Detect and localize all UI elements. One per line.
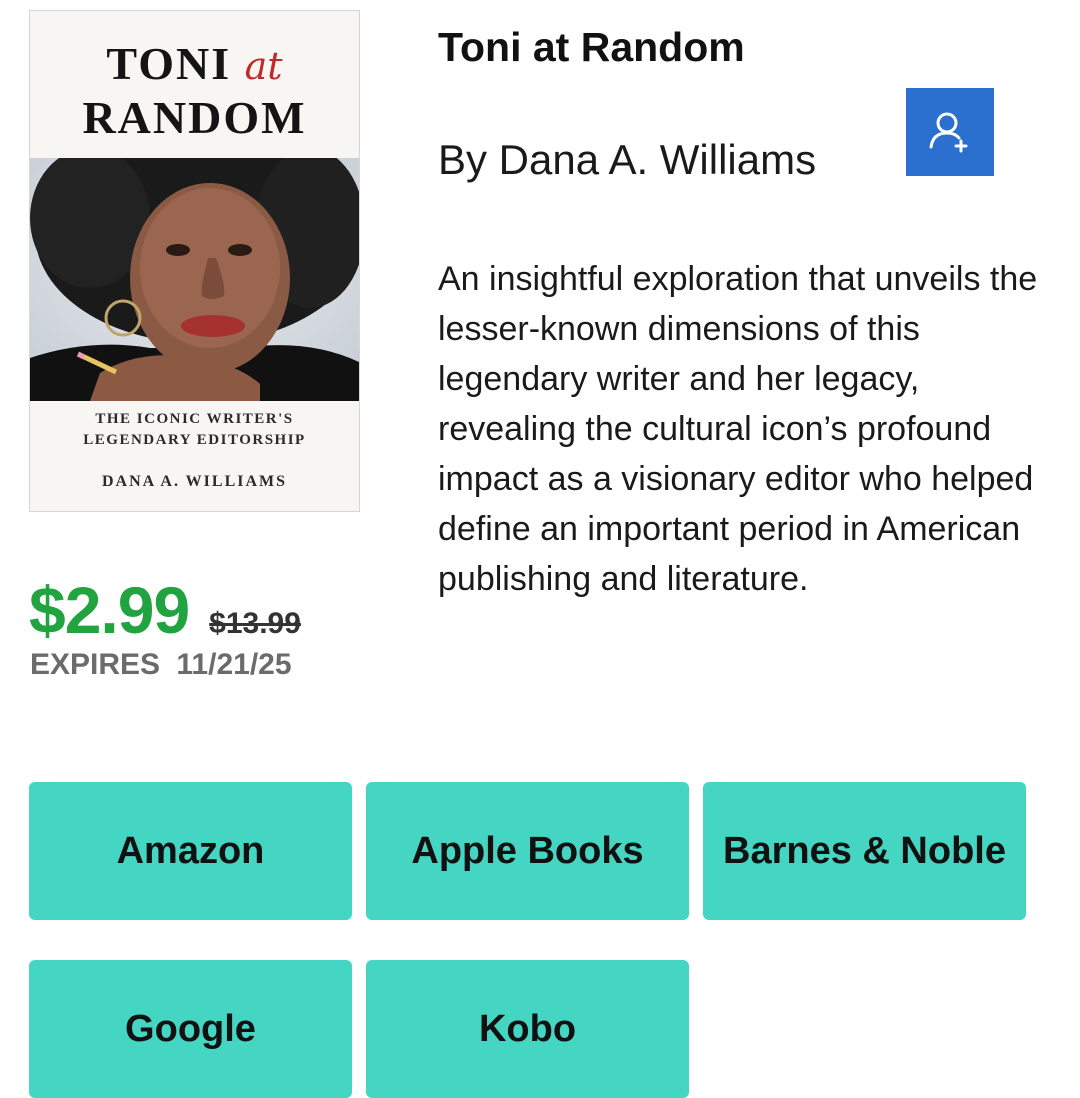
sale-price: $2.99	[29, 573, 190, 647]
author-byline[interactable]: By Dana A. Williams	[438, 136, 816, 184]
retailer-buttons: Amazon Apple Books Barnes & Noble Google…	[29, 782, 1029, 1098]
original-price: $13.99	[209, 607, 301, 640]
apple-books-button[interactable]: Apple Books	[366, 782, 689, 920]
cover-portrait-image	[30, 158, 359, 401]
google-button[interactable]: Google	[29, 960, 352, 1098]
barnes-noble-button[interactable]: Barnes & Noble	[703, 782, 1026, 920]
expiry-text: EXPIRES 11/21/25	[30, 648, 292, 682]
expires-label: EXPIRES	[30, 648, 161, 681]
book-cover[interactable]: TONI at RANDOM THE ICONIC WRITER'S LEGEN…	[29, 10, 360, 512]
cover-author: DANA A. WILLIAMS	[101, 473, 288, 490]
kobo-button[interactable]: Kobo	[366, 960, 689, 1098]
book-description: An insightful exploration that unveils t…	[438, 260, 1038, 598]
amazon-button[interactable]: Amazon	[29, 782, 352, 920]
follow-author-button[interactable]	[906, 88, 994, 176]
expires-date: 11/21/25	[176, 648, 292, 681]
cover-subtitle: THE ICONIC WRITER'S LEGENDARY EDITORSHIP	[83, 411, 306, 448]
book-title: Toni at Random	[438, 24, 745, 70]
cover-title: TONI at RANDOM	[82, 38, 307, 143]
price-row: $2.99 $13.99	[29, 572, 301, 648]
add-user-icon	[929, 112, 968, 153]
